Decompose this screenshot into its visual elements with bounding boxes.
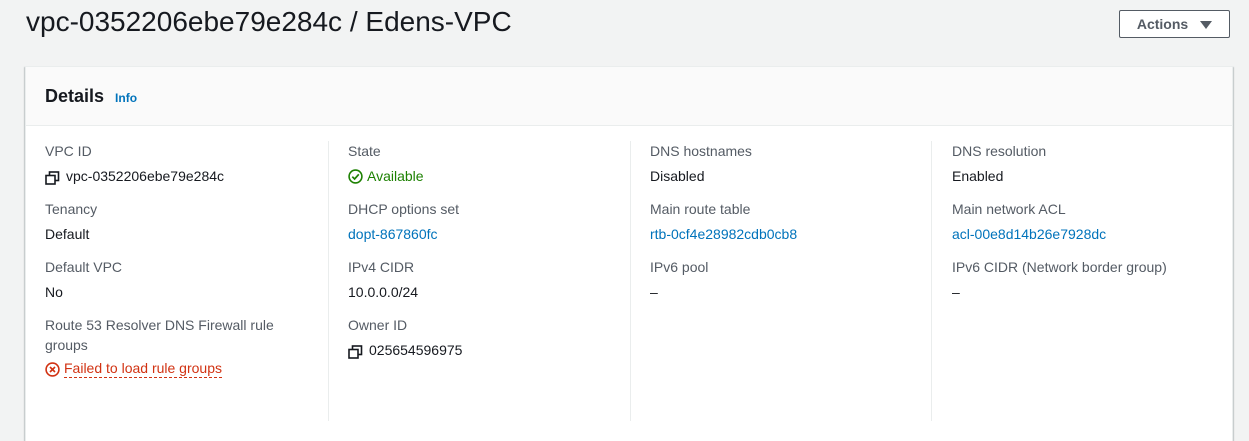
field-main-route-table: Main route table rtb-0cf4e28982cdb0cb8 [650, 199, 935, 244]
state-value: Available [367, 168, 424, 184]
caret-down-icon [1200, 20, 1213, 29]
field-label: IPv6 pool [650, 259, 709, 275]
field-ipv6-pool: IPv6 pool – [650, 257, 935, 302]
field-label: IPv4 CIDR [348, 259, 415, 275]
details-panel-header: Details Info [26, 67, 1232, 126]
field-label: Default VPC [45, 259, 123, 275]
main-route-table-link[interactable]: rtb-0cf4e28982cdb0cb8 [650, 224, 935, 244]
details-column-4: DNS resolution Enabled Main network ACL … [952, 141, 1237, 426]
copy-icon[interactable] [45, 170, 60, 185]
dhcp-options-link[interactable]: dopt-867860fc [348, 224, 633, 244]
field-default-vpc: Default VPC No [45, 257, 330, 302]
details-columns: VPC ID vpc-0352206ebe79e284c Tenancy Def… [26, 126, 1232, 426]
details-column-1: VPC ID vpc-0352206ebe79e284c Tenancy Def… [45, 141, 330, 426]
field-dns-firewall-rule-groups: Route 53 Resolver DNS Firewall rule grou… [45, 315, 330, 382]
field-label: DHCP options set [348, 201, 460, 217]
field-label: DNS hostnames [650, 143, 752, 159]
field-value: Default [45, 226, 90, 242]
field-state: State Available [348, 141, 633, 186]
error-status[interactable]: Failed to load rule groups [45, 360, 222, 378]
field-label: Route 53 Resolver DNS Firewall rule grou… [45, 317, 274, 353]
field-dns-resolution: DNS resolution Enabled [952, 141, 1237, 186]
actions-button-label: Actions [1136, 16, 1189, 32]
field-tenancy: Tenancy Default [45, 199, 330, 244]
details-panel: Details Info VPC ID vpc-0352206ebe79e284… [25, 66, 1233, 441]
state-status: Available [348, 166, 633, 186]
error-text: Failed to load rule groups [64, 360, 222, 378]
field-dhcp-options-set: DHCP options set dopt-867860fc [348, 199, 633, 244]
details-column-3: DNS hostnames Disabled Main route table … [650, 141, 935, 426]
field-label: VPC ID [45, 143, 92, 159]
field-value: – [952, 284, 960, 300]
info-link[interactable]: Info [115, 91, 137, 105]
vpc-id-value: vpc-0352206ebe79e284c [66, 168, 225, 184]
field-value: Enabled [952, 168, 1004, 184]
field-value: Disabled [650, 168, 705, 184]
field-value: 025654596975 [348, 340, 633, 360]
field-ipv6-cidr: IPv6 CIDR (Network border group) – [952, 257, 1237, 302]
field-value: – [650, 284, 658, 300]
field-label: DNS resolution [952, 143, 1047, 159]
field-main-network-acl: Main network ACL acl-00e8d14b26e7928dc [952, 199, 1237, 244]
details-title: Details [45, 85, 105, 106]
field-value: No [45, 284, 63, 300]
vpc-details-page: vpc-0352206ebe79e284c / Edens-VPC Action… [0, 0, 1249, 441]
field-label: Owner ID [348, 317, 408, 333]
field-value: vpc-0352206ebe79e284c [45, 166, 330, 186]
field-ipv4-cidr: IPv4 CIDR 10.0.0.0/24 [348, 257, 633, 302]
field-owner-id: Owner ID 025654596975 [348, 315, 633, 360]
field-label: Main network ACL [952, 201, 1066, 217]
field-value: 10.0.0.0/24 [348, 284, 419, 300]
owner-id-value: 025654596975 [369, 342, 463, 358]
field-label: IPv6 CIDR (Network border group) [952, 259, 1167, 275]
field-dns-hostnames: DNS hostnames Disabled [650, 141, 935, 186]
field-vpc-id: VPC ID vpc-0352206ebe79e284c [45, 141, 330, 186]
success-check-circle-icon [348, 168, 363, 184]
field-label: Tenancy [45, 201, 98, 217]
main-network-acl-link[interactable]: acl-00e8d14b26e7928dc [952, 224, 1237, 244]
field-label: Main route table [650, 201, 751, 217]
actions-dropdown-button[interactable]: Actions [1119, 10, 1230, 38]
copy-icon[interactable] [348, 344, 363, 359]
field-label: State [348, 143, 381, 159]
error-circle-x-icon [45, 361, 60, 377]
page-title: vpc-0352206ebe79e284c / Edens-VPC [26, 6, 512, 37]
details-column-2: State Available DHCP options set dopt-86… [348, 141, 633, 426]
